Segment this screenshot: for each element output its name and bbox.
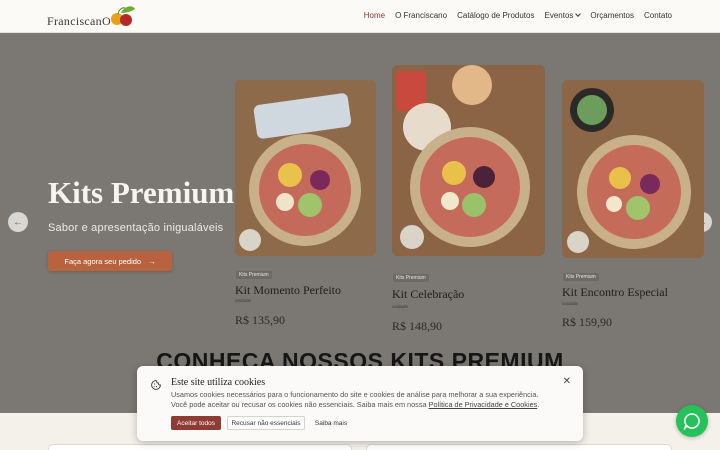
arrow-left-icon: ← — [13, 216, 23, 228]
kit-price: R$ 159,90 — [562, 315, 613, 329]
kit-image[interactable] — [392, 65, 545, 256]
accept-all-button[interactable]: Aceitar todos — [171, 416, 221, 430]
chevron-down-icon — [575, 11, 582, 17]
food-platter-image — [562, 80, 704, 258]
hero-subtitle: Sabor e apresentação inigualáveis — [48, 222, 224, 234]
cookie-text-line-2: Você pode aceitar ou recusar os cookies … — [171, 400, 427, 409]
kit-price: R$ 148,90 — [392, 319, 443, 333]
kit-tag: Kits Premium — [393, 274, 429, 282]
kit-image[interactable] — [235, 80, 376, 256]
carousel-prev-button[interactable]: ← — [8, 212, 28, 232]
order-now-button[interactable]: Faça agora seu pedido → — [48, 251, 172, 271]
close-icon[interactable]: ✕ — [563, 376, 571, 387]
hero-carousel: Kits Premium Sabor e apresentação inigua… — [0, 33, 720, 413]
kit-tag: Kits Premium — [236, 271, 272, 279]
order-now-label: Faça agora seu pedido — [64, 256, 142, 266]
fruit-logo-icon — [111, 6, 135, 26]
kit-unit: unidade — [562, 301, 579, 306]
main-nav: Home O Franciscano Catálogo de Produtos … — [364, 11, 672, 20]
kit-tag: Kits Premium — [563, 273, 599, 281]
arrow-right-icon: → — [148, 256, 156, 266]
cookie-banner: Este site utiliza cookies ✕ Usamos cooki… — [137, 366, 583, 441]
cookie-text: Usamos cookies necessários para o funcio… — [171, 390, 540, 409]
whatsapp-button[interactable] — [676, 405, 708, 437]
privacy-policy-link[interactable]: Política de Privacidade e Cookies — [429, 400, 538, 409]
nav-home[interactable]: Home — [364, 11, 385, 20]
kit-unit: unidade — [392, 304, 409, 309]
nav-contato[interactable]: Contato — [644, 11, 672, 20]
learn-more-button[interactable]: Saiba mais — [311, 416, 351, 430]
content-card — [48, 444, 352, 450]
logo-text: FranciscanO — [47, 14, 111, 28]
site-logo[interactable]: FranciscanO — [47, 5, 139, 29]
cookie-icon — [151, 380, 161, 390]
refuse-nonessential-button[interactable]: Recusar não essenciais — [227, 416, 305, 430]
cookie-title: Este site utiliza cookies — [171, 377, 266, 388]
kit-name[interactable]: Kit Celebração — [392, 287, 464, 302]
nav-eventos-label: Eventos — [544, 11, 574, 20]
whatsapp-icon — [683, 413, 700, 430]
kit-name[interactable]: Kit Encontro Especial — [562, 285, 668, 300]
site-header: FranciscanO Home O Franciscano Catálogo … — [0, 0, 720, 33]
nav-eventos[interactable]: Eventos — [544, 11, 582, 20]
food-platter-image — [235, 80, 376, 256]
kit-price: R$ 135,90 — [235, 313, 286, 327]
nav-orcamentos[interactable]: Orçamentos — [590, 11, 634, 20]
hero-title: Kits Premium — [48, 175, 235, 210]
content-card — [366, 444, 672, 450]
kit-image[interactable] — [562, 80, 704, 258]
kit-name[interactable]: Kit Momento Perfeito — [235, 283, 341, 298]
kit-unit: unidade — [235, 298, 252, 303]
nav-o-franciscano[interactable]: O Franciscano — [395, 11, 447, 20]
cookie-text-line-1: Usamos cookies necessários para o funcio… — [171, 390, 539, 399]
nav-catalogo[interactable]: Catálogo de Produtos — [457, 11, 534, 20]
food-platter-image — [392, 65, 545, 256]
